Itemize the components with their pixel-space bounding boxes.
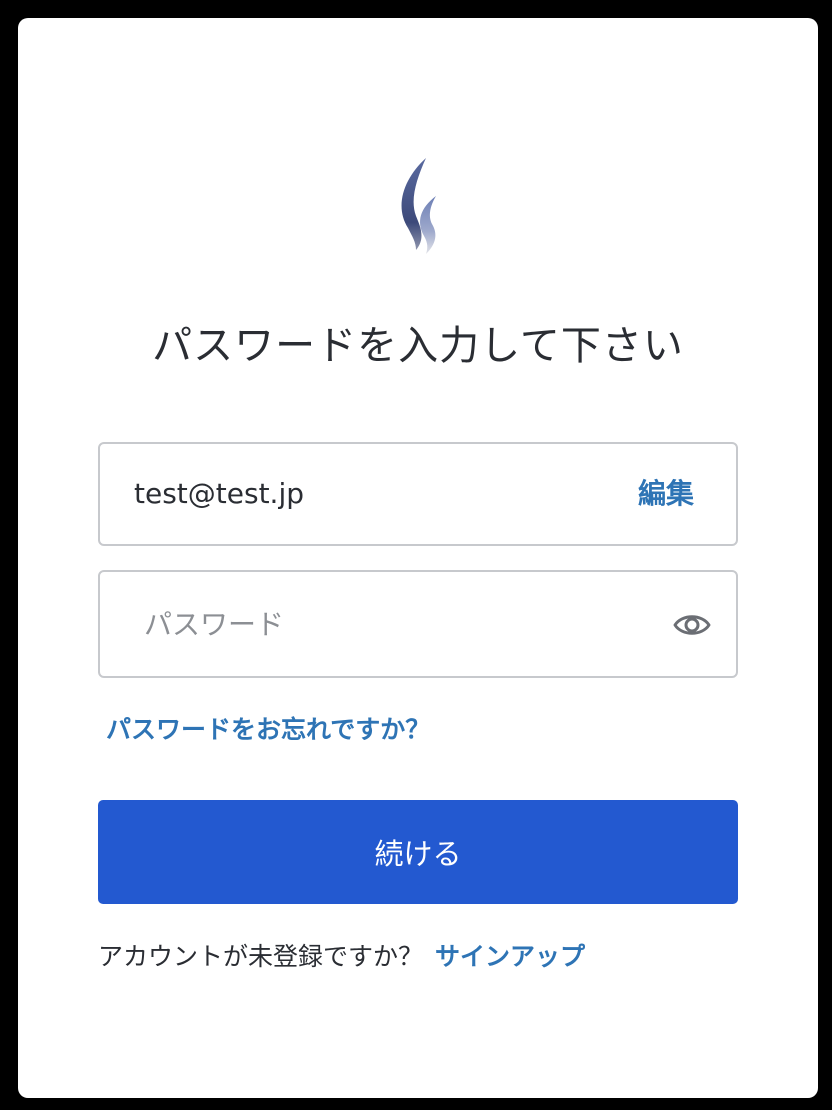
flame-logo-icon bbox=[401, 158, 436, 254]
continue-button[interactable]: 続ける bbox=[98, 800, 738, 904]
signup-row: アカウントが未登録ですか？ サインアップ bbox=[98, 938, 585, 976]
signup-prompt: アカウントが未登録ですか？ bbox=[98, 942, 424, 971]
forgot-password-link[interactable]: パスワードをお忘れですか？ bbox=[106, 712, 430, 748]
email-value: test@test.jp bbox=[134, 477, 304, 510]
email-display-field: test@test.jp 編集 bbox=[98, 442, 738, 546]
password-field-container bbox=[98, 570, 738, 678]
page-title: パスワードを入力して下さい bbox=[152, 323, 684, 369]
login-card: パスワードを入力して下さい test@test.jp 編集 パスワードをお忘れで… bbox=[18, 18, 818, 1098]
signup-link[interactable]: サインアップ bbox=[435, 942, 585, 971]
password-input[interactable] bbox=[144, 602, 624, 646]
eye-icon[interactable] bbox=[672, 608, 712, 642]
edit-email-link[interactable]: 編集 bbox=[638, 474, 694, 514]
